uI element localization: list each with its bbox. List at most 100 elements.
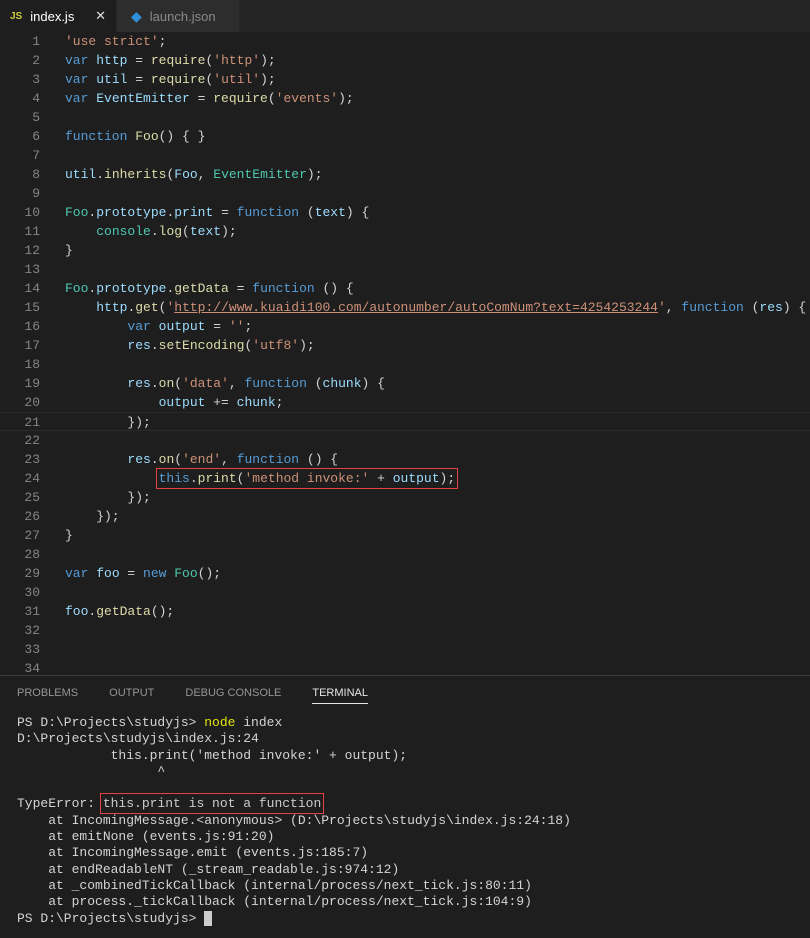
line-number: 22 bbox=[24, 433, 40, 448]
code-line[interactable]: 28 bbox=[0, 545, 810, 564]
code-token: util bbox=[65, 167, 97, 182]
code-token: (); bbox=[150, 604, 175, 619]
code-line[interactable]: 15 http.get('http://www.kuaidi100.com/au… bbox=[0, 298, 810, 317]
code-line[interactable]: 16 var output = ''; bbox=[0, 317, 810, 336]
code-line[interactable]: 31 foo.getData(); bbox=[0, 602, 810, 621]
terminal-line: ^ bbox=[17, 764, 571, 780]
line-number: 28 bbox=[24, 547, 40, 562]
code-line[interactable]: 12} bbox=[0, 241, 810, 260]
code-token: += bbox=[205, 395, 237, 410]
code-line[interactable]: 32 bbox=[0, 621, 810, 640]
code-line[interactable]: 9 bbox=[0, 184, 810, 203]
code-token: } bbox=[65, 528, 73, 543]
code-token: EventEmitter bbox=[96, 91, 190, 106]
code-token: http://www.kuaidi100.com/autonumber/auto… bbox=[174, 300, 658, 315]
panel-tabs: PROBLEMS OUTPUT DEBUG CONSOLE TERMINAL bbox=[0, 676, 810, 708]
tab-output[interactable]: OUTPUT bbox=[109, 681, 154, 703]
editor-tabs: JS index.js ✕ ◆ launch.json bbox=[0, 0, 810, 32]
code-line[interactable]: 20 output += chunk; bbox=[0, 393, 810, 412]
code-token: = bbox=[189, 91, 214, 106]
tab-problems[interactable]: PROBLEMS bbox=[17, 681, 78, 703]
code-token: ; bbox=[158, 34, 167, 49]
code-line[interactable]: 4 var EventEmitter = require('events'); bbox=[0, 89, 810, 108]
code-line[interactable]: 34 bbox=[0, 659, 810, 675]
code-editor[interactable]: 1 'use strict'; 2 var http = require('http'… bbox=[0, 32, 810, 675]
code-line[interactable]: 27} bbox=[0, 526, 810, 545]
code-line[interactable]: 3 var util = require('util'); bbox=[0, 70, 810, 89]
terminal-output[interactable]: PS D:\Projects\studyjs> node index D:\Pro… bbox=[17, 715, 571, 927]
code-token: new bbox=[143, 566, 175, 581]
code-token: text bbox=[189, 224, 222, 239]
code-line[interactable]: 1 'use strict'; bbox=[0, 32, 810, 51]
code-text: var util = require('util'); bbox=[65, 70, 276, 89]
line-number: 16 bbox=[24, 319, 40, 334]
code-token: ( bbox=[314, 376, 323, 391]
code-token: } bbox=[65, 243, 73, 258]
terminal-text: PS D:\Projects\studyjs> bbox=[17, 715, 205, 730]
code-line[interactable]: 21 }); bbox=[0, 412, 810, 431]
tab-index-js[interactable]: JS index.js ✕ bbox=[0, 0, 116, 32]
code-line[interactable]: 13 bbox=[0, 260, 810, 279]
code-token: prototype bbox=[96, 281, 167, 296]
vscode-icon: ◆ bbox=[131, 7, 142, 24]
code-token: , bbox=[665, 300, 682, 315]
code-token: ); bbox=[260, 53, 276, 68]
tab-debug-console[interactable]: DEBUG CONSOLE bbox=[185, 681, 281, 703]
code-token: foo bbox=[65, 604, 89, 619]
code-token: EventEmitter bbox=[213, 167, 307, 182]
code-line[interactable]: 24 this.print('method invoke:' + output)… bbox=[0, 468, 810, 489]
code-token: ( bbox=[174, 452, 183, 467]
code-line[interactable]: 19 res.on('data', function (chunk) { bbox=[0, 374, 810, 393]
code-line[interactable]: 5 bbox=[0, 108, 810, 127]
code-line[interactable]: 30 bbox=[0, 583, 810, 602]
code-token: 'use strict' bbox=[65, 34, 159, 49]
line-number: 9 bbox=[32, 186, 40, 201]
terminal-line: PS D:\Projects\studyjs> bbox=[17, 911, 571, 927]
code-token: function bbox=[252, 281, 323, 296]
code-line[interactable]: 14 Foo.prototype.getData = function () { bbox=[0, 279, 810, 298]
code-text: foo.getData(); bbox=[65, 602, 174, 621]
line-number: 32 bbox=[24, 623, 40, 638]
code-token: ) { bbox=[361, 376, 385, 391]
code-token: = bbox=[205, 319, 229, 334]
code-token: ( bbox=[182, 224, 190, 239]
code-line[interactable]: 11 console.log(text); bbox=[0, 222, 810, 241]
code-token: (); bbox=[197, 566, 222, 581]
code-token: require bbox=[213, 91, 268, 106]
code-token: http bbox=[96, 300, 128, 315]
code-token: + bbox=[369, 471, 393, 486]
code-token: = bbox=[228, 281, 253, 296]
code-token: console bbox=[96, 224, 151, 239]
line-number: 25 bbox=[24, 490, 40, 505]
code-line[interactable]: 17 res.setEncoding('utf8'); bbox=[0, 336, 810, 355]
code-line[interactable]: 33 bbox=[0, 640, 810, 659]
code-token: ); bbox=[338, 91, 354, 106]
code-token: = bbox=[127, 72, 151, 87]
code-line[interactable]: 26 }); bbox=[0, 507, 810, 526]
code-line[interactable]: 2 var http = require('http'); bbox=[0, 51, 810, 70]
code-line[interactable]: 10 Foo.prototype.print = function (text) … bbox=[0, 203, 810, 222]
code-line[interactable]: 7 bbox=[0, 146, 810, 165]
code-line[interactable]: 8 util.inherits(Foo, EventEmitter); bbox=[0, 165, 810, 184]
code-token: require bbox=[150, 53, 206, 68]
tab-launch-json[interactable]: ◆ launch.json bbox=[117, 0, 239, 32]
code-line[interactable]: 23 res.on('end', function () { bbox=[0, 450, 810, 469]
code-token: ); bbox=[439, 471, 456, 486]
code-text: var http = require('http'); bbox=[65, 51, 276, 70]
code-line[interactable]: 29 var foo = new Foo(); bbox=[0, 564, 810, 583]
code-line[interactable]: 25 }); bbox=[0, 488, 810, 507]
code-token: 'util' bbox=[213, 72, 261, 87]
close-icon[interactable]: ✕ bbox=[95, 8, 106, 24]
tab-label: index.js bbox=[30, 8, 75, 24]
code-line[interactable]: 6 function Foo() { } bbox=[0, 127, 810, 146]
code-line[interactable]: 18 bbox=[0, 355, 810, 374]
terminal-line: at endReadableNT (_stream_readable.js:97… bbox=[17, 862, 571, 878]
line-number: 17 bbox=[24, 338, 40, 353]
code-token: var bbox=[65, 53, 97, 68]
code-token: ( bbox=[174, 376, 183, 391]
code-token: ); bbox=[299, 338, 315, 353]
code-line[interactable]: 22 bbox=[0, 431, 810, 450]
tab-terminal[interactable]: TERMINAL bbox=[312, 681, 368, 704]
line-number: 1 bbox=[32, 34, 40, 49]
code-token: get bbox=[135, 300, 159, 315]
